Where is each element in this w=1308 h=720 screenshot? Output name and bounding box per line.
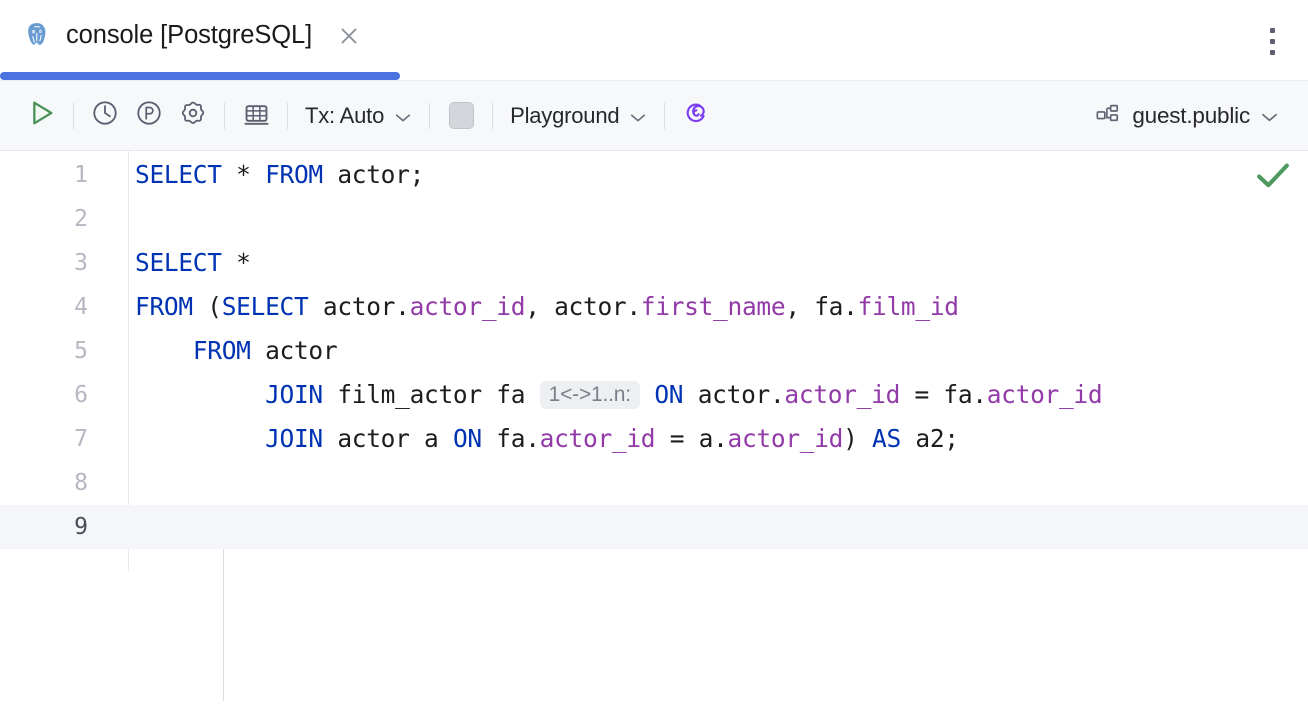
postgresql-elephant-icon bbox=[22, 21, 52, 51]
run-play-icon bbox=[24, 96, 58, 135]
database-schema-icon bbox=[1093, 99, 1122, 133]
run-button[interactable] bbox=[18, 94, 64, 138]
editor-line[interactable]: 7 JOIN actor a ON fa.actor_id = a.actor_… bbox=[0, 417, 1308, 461]
ai-spiral-icon bbox=[680, 97, 712, 134]
close-icon[interactable] bbox=[336, 23, 362, 49]
editor-toolbar: Tx: Auto Playground guest.public bbox=[0, 81, 1308, 151]
line-code: SELECT * FROM actor; bbox=[135, 159, 425, 189]
toolbar-divider bbox=[287, 102, 288, 129]
toolbar-divider bbox=[429, 102, 431, 129]
line-number: 1 bbox=[74, 161, 88, 188]
line-number: 6 bbox=[74, 381, 88, 408]
session-label: Playground bbox=[510, 102, 620, 128]
line-number: 5 bbox=[74, 337, 88, 364]
schema-label: guest.public bbox=[1132, 102, 1250, 128]
toolbar-divider bbox=[664, 102, 666, 129]
sql-console-window: console [PostgreSQL] Tx: Auto Playground… bbox=[0, 0, 1308, 720]
toolbar-right-group: guest.public bbox=[1085, 81, 1308, 150]
circled-p-parameters-icon bbox=[134, 98, 164, 133]
editor-line[interactable]: 5 FROM actor bbox=[0, 329, 1308, 373]
ai-assistant-button[interactable] bbox=[674, 94, 718, 138]
editor-line[interactable]: 4 FROM (SELECT actor.actor_id, actor.fir… bbox=[0, 285, 1308, 329]
line-number: 3 bbox=[74, 249, 88, 276]
indent-guide bbox=[223, 527, 224, 701]
stop-button[interactable] bbox=[439, 94, 483, 138]
tab-console-postgresql[interactable]: console [PostgreSQL] bbox=[0, 0, 384, 72]
chevron-down-icon bbox=[629, 110, 647, 122]
toolbar-divider bbox=[492, 102, 494, 129]
chevron-down-icon bbox=[1260, 110, 1278, 122]
line-code: FROM actor bbox=[192, 335, 338, 365]
green-checkmark-icon[interactable] bbox=[1254, 161, 1292, 191]
toolbar-left-group: Tx: Auto Playground bbox=[0, 81, 718, 150]
clock-history-icon bbox=[90, 98, 120, 133]
parameters-button[interactable] bbox=[127, 94, 171, 138]
line-number: 2 bbox=[74, 205, 88, 232]
active-tab-indicator bbox=[0, 72, 400, 80]
line-number: 8 bbox=[74, 469, 88, 496]
line-code: SELECT * bbox=[135, 247, 251, 277]
history-button[interactable] bbox=[83, 94, 127, 138]
table-grid-icon bbox=[241, 98, 272, 134]
sql-editor[interactable]: 1 SELECT * FROM actor; 2 3 SELECT * 4 FR… bbox=[0, 151, 1308, 720]
line-number: 9 bbox=[74, 513, 88, 540]
editor-line[interactable]: 8 bbox=[0, 461, 1308, 505]
transaction-mode-dropdown[interactable]: Tx: Auto bbox=[297, 94, 420, 138]
output-grid-button[interactable] bbox=[234, 94, 278, 138]
line-number: 7 bbox=[74, 425, 88, 452]
editor-line[interactable]: 6 JOIN film_actor fa 1<->1..n: ON actor.… bbox=[0, 373, 1308, 417]
line-code: FROM (SELECT actor.actor_id, actor.first… bbox=[135, 291, 959, 321]
settings-button[interactable] bbox=[171, 94, 215, 138]
toolbar-divider bbox=[224, 102, 225, 129]
transaction-mode-label: Tx: Auto bbox=[305, 102, 385, 128]
editor-line-current[interactable]: 9 bbox=[0, 505, 1308, 549]
schema-selector-dropdown[interactable]: guest.public bbox=[1085, 94, 1286, 138]
chevron-down-icon bbox=[394, 110, 412, 122]
tab-bar: console [PostgreSQL] bbox=[0, 0, 1308, 81]
line-code: JOIN film_actor fa 1<->1..n: ON actor.ac… bbox=[265, 380, 1103, 409]
gear-settings-icon bbox=[178, 98, 208, 133]
line-number: 4 bbox=[74, 293, 88, 320]
more-options-vertical-icon[interactable] bbox=[1260, 24, 1284, 58]
editor-line[interactable]: 3 SELECT * bbox=[0, 241, 1308, 285]
editor-line[interactable]: 1 SELECT * FROM actor; bbox=[0, 153, 1308, 197]
line-code: JOIN actor a ON fa.actor_id = a.actor_id… bbox=[265, 423, 959, 453]
toolbar-divider bbox=[73, 102, 74, 129]
session-dropdown[interactable]: Playground bbox=[502, 94, 655, 138]
editor-line[interactable]: 2 bbox=[0, 197, 1308, 241]
stop-square-icon bbox=[448, 102, 474, 129]
tab-title: console [PostgreSQL] bbox=[66, 21, 313, 50]
